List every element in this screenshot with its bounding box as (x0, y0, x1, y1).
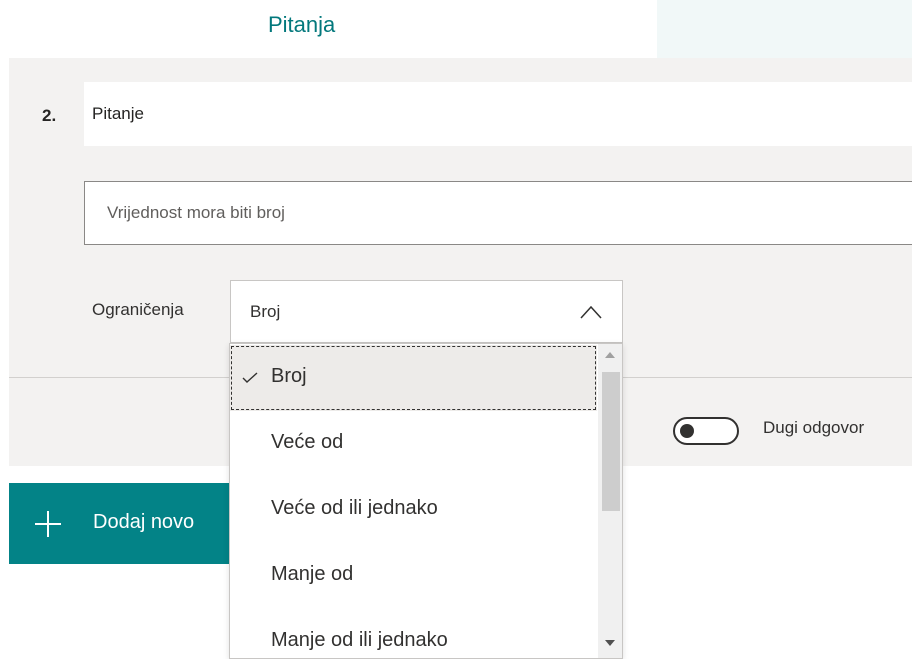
scroll-up-arrow-icon[interactable] (605, 352, 615, 358)
restrictions-label: Ograničenja (92, 300, 184, 319)
add-new-label: Dodaj novo (93, 511, 195, 533)
scrollbar-thumb[interactable] (602, 372, 620, 511)
dropdown-option-less-than[interactable]: Manje od (230, 543, 597, 609)
tab-questions-label: Pitanja (268, 12, 336, 37)
dropdown-option-label: Veće od ili jednako (271, 497, 438, 519)
scroll-down-arrow-icon[interactable] (605, 640, 615, 646)
restrictions-dropdown-list: Broj Veće od Veće od ili jednako Manje o… (229, 343, 623, 659)
toggle-knob (680, 424, 694, 438)
long-answer-label: Dugi odgovor (763, 418, 865, 437)
form-editor: Pitanja 2. Pitanje Vrijednost mora biti … (0, 0, 912, 659)
add-new-button[interactable]: Dodaj novo (9, 483, 239, 564)
question-number: 2. (42, 106, 57, 125)
chevron-up-icon (580, 305, 602, 319)
tab-responses[interactable] (657, 0, 912, 58)
dropdown-option-number[interactable]: Broj (230, 345, 597, 411)
plus-icon (35, 511, 61, 537)
hint-input[interactable]: Vrijednost mora biti broj (84, 181, 912, 245)
long-answer-toggle[interactable] (673, 417, 739, 445)
restrictions-select[interactable]: Broj (230, 280, 623, 343)
dropdown-option-label: Veće od (271, 431, 344, 453)
dropdown-scrollbar[interactable] (598, 344, 622, 658)
dropdown-option-greater-or-equal[interactable]: Veće od ili jednako (230, 477, 597, 543)
dropdown-option-greater-than[interactable]: Veće od (230, 411, 597, 477)
dropdown-option-label: Broj (271, 365, 307, 387)
dropdown-option-label: Manje od (271, 563, 354, 585)
dropdown-option-label: Manje od ili jednako (271, 629, 448, 651)
restrictions-select-value: Broj (250, 302, 281, 321)
dropdown-option-less-or-equal[interactable]: Manje od ili jednako (230, 609, 597, 658)
checkmark-icon (242, 372, 258, 383)
tab-questions[interactable]: Pitanja (0, 0, 657, 58)
question-title-input[interactable]: Pitanje (84, 82, 912, 146)
